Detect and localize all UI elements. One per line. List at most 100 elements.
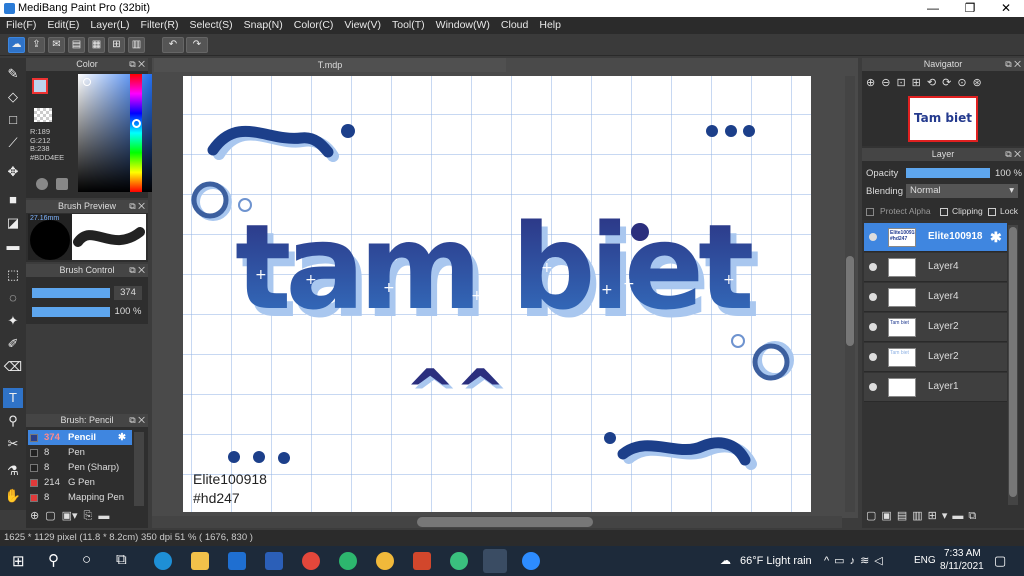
panel-close-icon[interactable]: ⧉ ✕ <box>129 58 145 71</box>
powerpoint-icon[interactable] <box>413 552 431 570</box>
eyedropper-tool-icon[interactable]: ⚗ <box>3 461 23 481</box>
dot-tool-icon[interactable]: □ <box>3 110 23 130</box>
clipping-checkbox[interactable] <box>940 208 948 216</box>
lock-checkbox[interactable] <box>988 208 996 216</box>
panel-close-icon[interactable]: ⧉ ✕ <box>1005 148 1021 161</box>
edge-icon[interactable] <box>154 552 172 570</box>
gradient-tool-icon[interactable]: ▬ <box>3 236 23 256</box>
share-icon[interactable]: ⇪ <box>28 37 45 53</box>
brush-opacity-slider[interactable] <box>32 307 110 317</box>
clock-date[interactable]: 8/11/2021 <box>940 561 984 572</box>
brush-item-pencil[interactable]: 374 Pencil ✱ <box>28 430 132 445</box>
brush-tool-icon[interactable]: ✎ <box>3 64 23 84</box>
eye-icon[interactable] <box>869 353 877 361</box>
windows-start-icon[interactable]: ⊞ <box>12 552 25 570</box>
layer-row[interactable]: Layer1 <box>864 373 1007 402</box>
layer-row[interactable]: Tam biet Layer2 <box>864 343 1007 372</box>
magic-wand-icon[interactable]: ✦ <box>3 311 23 331</box>
actual-size-icon[interactable]: ⊞ <box>912 77 927 89</box>
move-tool-icon[interactable]: ✥ <box>3 162 23 182</box>
new-halftone-layer-icon[interactable]: ▣ <box>881 510 896 522</box>
cortana-icon[interactable]: ○ <box>82 551 91 568</box>
menu-tool[interactable]: Tool(T) <box>386 17 430 31</box>
eraser-tool-icon[interactable]: ◇ <box>3 87 23 107</box>
color-picker-field[interactable] <box>78 74 154 192</box>
file-explorer-icon[interactable] <box>191 552 209 570</box>
color-picker-cursor[interactable] <box>83 78 91 86</box>
panel-close-icon[interactable]: ⧉ ✕ <box>1005 58 1021 71</box>
fit-icon[interactable]: ⊡ <box>896 77 911 89</box>
search-icon[interactable]: ⚲ <box>48 551 59 569</box>
add-layer-menu-icon[interactable]: ⊞▾ <box>928 510 953 522</box>
primary-color-swatch[interactable] <box>32 78 48 94</box>
unikey-icon[interactable] <box>339 552 357 570</box>
protect-alpha-checkbox[interactable] <box>866 208 874 216</box>
hue-slider-handle[interactable] <box>132 119 141 128</box>
brush-opacity-value[interactable]: 100 % <box>112 305 144 319</box>
brush-size-slider[interactable] <box>32 288 110 298</box>
copy-brush-icon[interactable]: ⎘ <box>84 510 93 522</box>
zoom-icon[interactable] <box>522 552 540 570</box>
canvas[interactable]: tam biet tam biet ^^ ^^ + + + + + + + + Elite1… <box>183 76 811 512</box>
hue-slider[interactable] <box>130 74 142 192</box>
language-indicator[interactable]: ENG <box>914 555 936 566</box>
gear-icon[interactable]: ✱ <box>990 229 1002 246</box>
panel-close-icon[interactable]: ⧉ ✕ <box>129 414 145 427</box>
wifi-icon[interactable]: ≋ <box>860 555 874 567</box>
copy-layer-icon[interactable]: ▤ <box>897 510 912 522</box>
eye-icon[interactable] <box>869 263 877 271</box>
zoom-out-icon[interactable]: ⊖ <box>881 77 896 89</box>
layer-scrollbar[interactable] <box>1008 225 1018 505</box>
comment-icon[interactable]: ✉ <box>48 37 65 53</box>
bucket-tool-icon[interactable]: ◪ <box>3 213 23 233</box>
document-tab[interactable]: T.mdp <box>154 58 506 72</box>
eye-icon[interactable] <box>869 323 877 331</box>
menu-file[interactable]: File(F) <box>0 17 41 31</box>
panel-close-icon[interactable]: ⧉ ✕ <box>129 200 145 213</box>
navigator-thumbnail[interactable]: Tam biet <box>908 96 978 142</box>
chrome-icon[interactable] <box>302 552 320 570</box>
layer-row[interactable]: Tam biet Layer2 <box>864 313 1007 342</box>
rotate-right-icon[interactable]: ⟳ <box>942 77 957 89</box>
menu-edit[interactable]: Edit(E) <box>41 17 84 31</box>
layer-scrollbar-thumb[interactable] <box>1009 227 1017 497</box>
weather-text[interactable]: 66°F Light rain <box>740 555 812 567</box>
eye-icon[interactable] <box>869 383 877 391</box>
menu-layer[interactable]: Layer(L) <box>84 17 134 31</box>
chevron-up-icon[interactable]: ^ <box>824 555 834 567</box>
duplicate-icon[interactable]: ⧉ <box>968 510 981 522</box>
layer-opacity-slider[interactable] <box>906 168 990 178</box>
blending-select[interactable]: Normal ▾ <box>906 184 1018 198</box>
brush-item-g-pen[interactable]: 214 G Pen <box>28 475 132 490</box>
horizontal-scrollbar-thumb[interactable] <box>417 517 593 527</box>
text-tool-icon[interactable]: T <box>3 388 23 408</box>
zoom-in-icon[interactable]: ⊕ <box>866 77 881 89</box>
rotate-left-icon[interactable]: ⟲ <box>927 77 942 89</box>
select-eraser-icon[interactable]: ⌫ <box>3 357 23 377</box>
medibang-taskbar-icon[interactable] <box>483 549 507 573</box>
select-rect-icon[interactable]: ⬚ <box>3 265 23 285</box>
layer-row[interactable]: Layer4 <box>864 253 1007 282</box>
eye-icon[interactable] <box>869 293 877 301</box>
brush-item-pen-sharp[interactable]: 8 Pen (Sharp) <box>28 460 132 475</box>
vertical-scrollbar[interactable] <box>845 76 855 512</box>
new-brush-icon[interactable]: ▢ <box>45 510 55 522</box>
volume-icon[interactable]: ◁ <box>874 555 887 567</box>
eye-icon[interactable] <box>869 233 877 241</box>
gear-icon[interactable]: ✱ <box>118 430 126 445</box>
vertical-scrollbar-thumb[interactable] <box>846 256 854 346</box>
horizontal-scrollbar[interactable] <box>152 516 842 528</box>
close-button[interactable]: ✕ <box>988 0 1024 17</box>
reset-rotate-icon[interactable]: ⊙ <box>957 77 972 89</box>
task-view-icon[interactable]: ⧉ <box>116 551 127 568</box>
spotify-icon[interactable] <box>450 552 468 570</box>
clock-time[interactable]: 7:33 AM <box>944 548 981 559</box>
menu-help[interactable]: Help <box>533 17 566 31</box>
folder-icon[interactable]: ▬ <box>98 510 109 522</box>
redo-icon[interactable]: ↷ <box>186 37 208 53</box>
divide-tool-icon[interactable]: ✂ <box>3 434 23 454</box>
new-layer-icon[interactable]: ▢ <box>866 510 881 522</box>
cloud-icon[interactable]: ☁ <box>8 37 25 53</box>
menu-select[interactable]: Select(S) <box>183 17 237 31</box>
brush-size-value[interactable]: 374 <box>114 286 142 300</box>
